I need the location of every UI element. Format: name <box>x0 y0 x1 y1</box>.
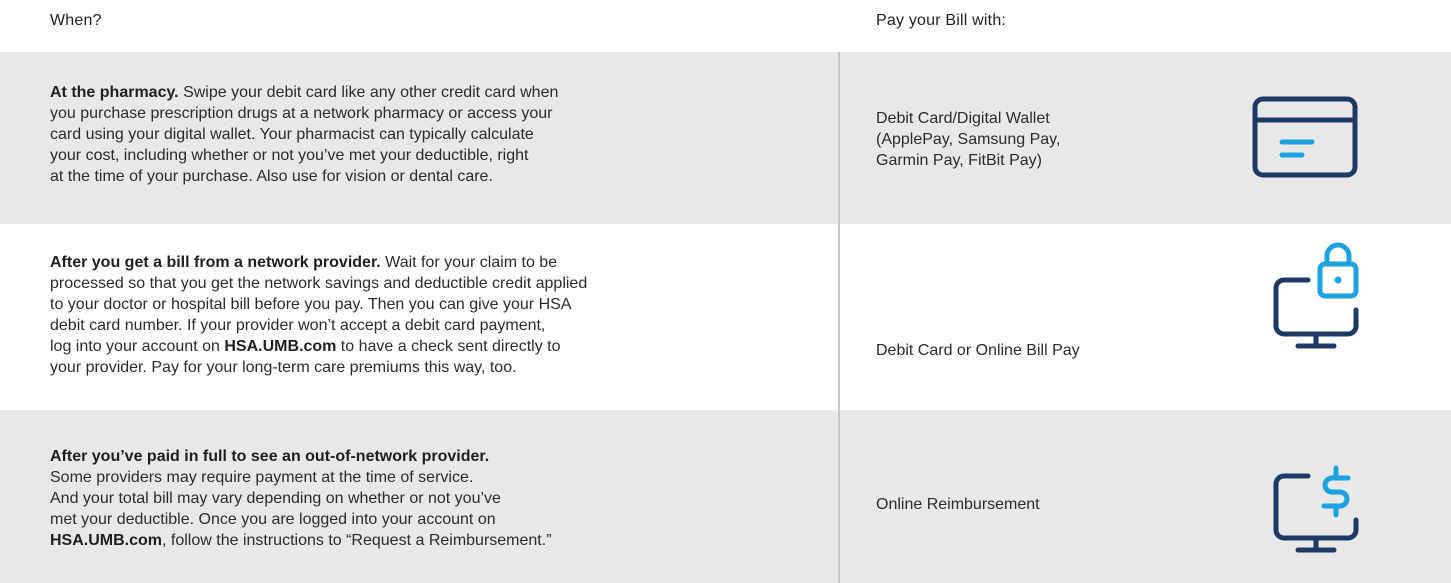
method-line: Debit Card or Online Bill Pay <box>876 342 1080 359</box>
row-text-line: log into your account on <box>50 338 225 355</box>
table-row-network-provider: After you get a bill from a network prov… <box>0 224 1451 410</box>
payment-method: Debit Card/Digital Wallet (ApplePay, Sam… <box>876 108 1116 171</box>
payment-method: Online Reimbursement <box>876 494 1040 515</box>
row-text-line: processed so that you get the network sa… <box>50 275 588 292</box>
row-text-line: your cost, including whether or not you’… <box>50 147 529 164</box>
computer-lock-icon <box>1268 240 1364 354</box>
column-divider <box>838 52 840 583</box>
row-text-line: Some providers may require payment at th… <box>50 469 474 486</box>
table-row-pharmacy: At the pharmacy. Swipe your debit card l… <box>0 52 1451 224</box>
method-line: Debit Card/Digital Wallet <box>876 110 1050 127</box>
row-lead: After you’ve paid in full to see an out-… <box>50 448 490 465</box>
row-text-line: And your total bill may vary depending o… <box>50 490 501 507</box>
when-column-header: When? <box>50 12 102 29</box>
row-text-line: debit card number. If your provider won’… <box>50 317 546 334</box>
row-text-line: to have a check sent directly to <box>336 338 561 355</box>
row-text-line: met your deductible. Once you are logged… <box>50 511 496 528</box>
row-description: After you get a bill from a network prov… <box>50 252 790 378</box>
row-text-line: your provider. Pay for your long-term ca… <box>50 359 517 376</box>
payment-method: Debit Card or Online Bill Pay <box>876 340 1080 361</box>
row-text-line: you purchase prescription drugs at a net… <box>50 105 553 122</box>
hsa-link[interactable]: HSA.UMB.com <box>50 532 162 549</box>
row-lead: At the pharmacy. <box>50 84 179 101</box>
row-text-line: Swipe your debit card like any other cre… <box>178 84 559 101</box>
row-text-line: to your doctor or hospital bill before y… <box>50 296 572 313</box>
table-header: When? Pay your Bill with: <box>0 0 1451 52</box>
row-lead: After you get a bill from a network prov… <box>50 254 381 271</box>
row-text-line: , follow the instructions to “Request a … <box>162 532 552 549</box>
computer-dollar-icon <box>1268 460 1364 556</box>
row-description: After you’ve paid in full to see an out-… <box>50 446 790 551</box>
hsa-link[interactable]: HSA.UMB.com <box>224 338 336 355</box>
method-line: Garmin Pay, FitBit Pay) <box>876 152 1042 169</box>
row-description: At the pharmacy. Swipe your debit card l… <box>50 82 790 187</box>
method-line: (ApplePay, Samsung Pay, <box>876 131 1061 148</box>
pay-column-header: Pay your Bill with: <box>876 12 1007 29</box>
credit-card-icon <box>1252 96 1358 178</box>
method-line: Online Reimbursement <box>876 496 1040 513</box>
table-row-out-of-network: After you’ve paid in full to see an out-… <box>0 410 1451 583</box>
row-text-line: card using your digital wallet. Your pha… <box>50 126 534 143</box>
row-text-line: at the time of your purchase. Also use f… <box>50 168 493 185</box>
row-text-line: Wait for your claim to be <box>380 254 558 271</box>
